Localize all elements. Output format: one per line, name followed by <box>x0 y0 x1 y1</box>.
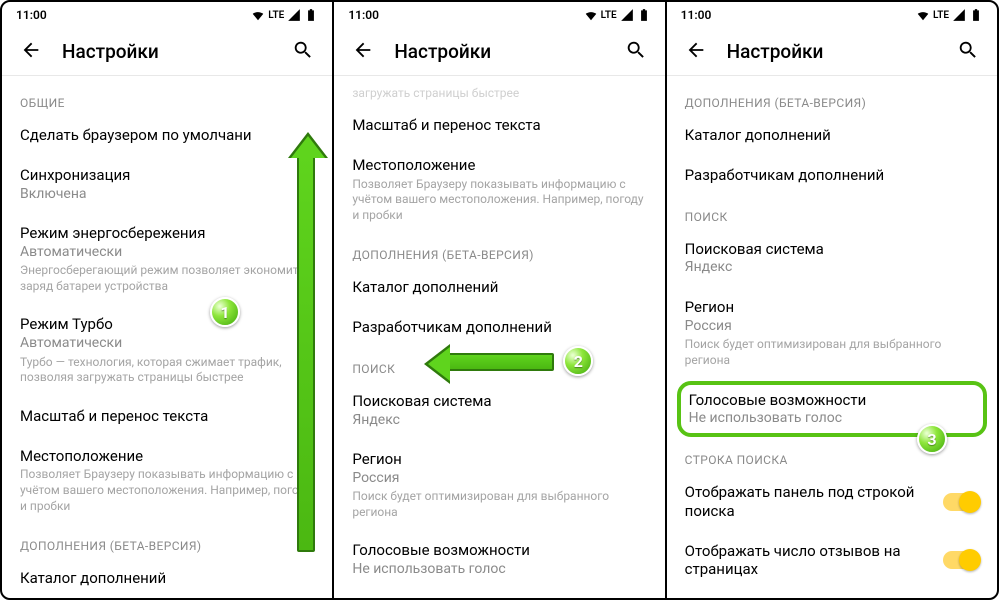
arrow-point-search <box>444 353 554 371</box>
page-title: Настройки <box>394 40 618 63</box>
status-net: LTE <box>601 10 617 21</box>
screen-3: 11:00 LTE Настройки ДОПОЛНЕНИЯ (БЕТА-ВЕР… <box>665 2 997 598</box>
item-turbo[interactable]: Режим Турбо Автоматически Турбо — технол… <box>2 305 332 396</box>
item-power[interactable]: Режим энергосбережения Автоматически Эне… <box>2 214 332 305</box>
settings-list[interactable]: ОБЩИЕ Сделать браузером по умолчани Синх… <box>2 76 332 598</box>
item-devs[interactable]: Разработчикам дополнений <box>667 156 997 196</box>
status-time: 11:00 <box>348 8 379 22</box>
signal-icon <box>952 8 966 22</box>
search-button[interactable] <box>286 33 320 71</box>
item-catalog[interactable]: Каталог дополнений <box>334 268 664 308</box>
section-addons: ДОПОЛНЕНИЯ (БЕТА-ВЕРСИЯ) <box>334 234 664 268</box>
item-zoom[interactable]: Масштаб и перенос текста <box>334 106 664 146</box>
section-addons: ДОПОЛНЕНИЯ (БЕТА-ВЕРСИЯ) <box>667 82 997 116</box>
status-icons: LTE <box>916 8 983 22</box>
arrow-left-icon <box>352 39 374 61</box>
status-net: LTE <box>933 10 949 21</box>
status-time: 11:00 <box>681 8 712 22</box>
search-icon <box>625 39 647 61</box>
status-time: 11:00 <box>16 8 47 22</box>
signal-icon <box>620 8 634 22</box>
back-button[interactable] <box>346 33 380 71</box>
wifi-icon <box>251 8 265 22</box>
screen-2: 11:00 LTE Настройки загружать страницы б… <box>332 2 664 598</box>
settings-list[interactable]: загружать страницы быстрее Масштаб и пер… <box>334 76 664 598</box>
arrow-scroll-up <box>297 152 315 552</box>
faded-cutoff: загружать страницы быстрее <box>334 82 664 106</box>
arrow-left-icon <box>685 39 707 61</box>
item-engine[interactable]: Поисковая система Яндекс <box>334 382 664 440</box>
item-catalog[interactable]: Каталог дополнений <box>667 116 997 156</box>
search-button[interactable] <box>619 33 653 71</box>
tutorial-container: 11:00 LTE Настройки ОБЩИЕ Сделать браузе… <box>0 0 999 600</box>
item-show-reviews[interactable]: Отображать число отзывов на страницах <box>667 532 997 591</box>
item-voice[interactable]: Голосовые возможности Не использовать го… <box>334 531 664 589</box>
section-search-bar: СТРОКА ПОИСКА <box>667 439 997 473</box>
battery-icon <box>969 8 983 22</box>
page-title: Настройки <box>62 40 286 63</box>
status-bar: 11:00 LTE <box>334 2 664 28</box>
status-bar: 11:00 LTE <box>667 2 997 28</box>
item-catalog[interactable]: Каталог дополнений <box>2 559 332 598</box>
status-net: LTE <box>268 10 284 21</box>
back-button[interactable] <box>14 33 48 71</box>
toggle-show-panel[interactable] <box>943 493 979 511</box>
section-addons: ДОПОЛНЕНИЯ (БЕТА-ВЕРСИЯ) <box>2 525 332 559</box>
status-bar: 11:00 LTE <box>2 2 332 28</box>
page-title: Настройки <box>727 40 951 63</box>
item-engine[interactable]: Поисковая система Яндекс <box>667 230 997 288</box>
arrow-left-icon <box>20 39 42 61</box>
step-badge-1: 1 <box>210 297 240 327</box>
signal-icon <box>287 8 301 22</box>
search-icon <box>292 39 314 61</box>
item-zoom[interactable]: Масштаб и перенос текста <box>2 397 332 437</box>
app-header: Настройки <box>334 28 664 76</box>
item-show-panel[interactable]: Отображать панель под строкой поиска <box>667 473 997 532</box>
battery-icon <box>304 8 318 22</box>
toggle-show-reviews[interactable] <box>943 551 979 569</box>
search-button[interactable] <box>951 33 985 71</box>
app-header: Настройки <box>2 28 332 76</box>
wifi-icon <box>584 8 598 22</box>
item-location[interactable]: Местоположение Позволяет Браузеру показы… <box>334 146 664 235</box>
battery-icon <box>637 8 651 22</box>
settings-list[interactable]: ДОПОЛНЕНИЯ (БЕТА-ВЕРСИЯ) Каталог дополне… <box>667 76 997 598</box>
item-default-browser[interactable]: Сделать браузером по умолчани <box>2 116 332 156</box>
app-header: Настройки <box>667 28 997 76</box>
item-region[interactable]: Регион Россия Поиск будет оптимизирован … <box>667 288 997 379</box>
screen-1: 11:00 LTE Настройки ОБЩИЕ Сделать браузе… <box>2 2 332 598</box>
section-search: ПОИСК <box>667 196 997 230</box>
status-icons: LTE <box>584 8 651 22</box>
item-location[interactable]: Местоположение Позволяет Браузеру показы… <box>2 437 332 526</box>
item-devs[interactable]: Разработчикам дополнений <box>334 308 664 348</box>
search-icon <box>957 39 979 61</box>
back-button[interactable] <box>679 33 713 71</box>
wifi-icon <box>916 8 930 22</box>
status-icons: LTE <box>251 8 318 22</box>
step-badge-3: 3 <box>917 424 947 454</box>
item-region[interactable]: Регион Россия Поиск будет оптимизирован … <box>334 440 664 531</box>
item-sync[interactable]: Синхронизация Включена <box>2 156 332 214</box>
section-general: ОБЩИЕ <box>2 82 332 116</box>
